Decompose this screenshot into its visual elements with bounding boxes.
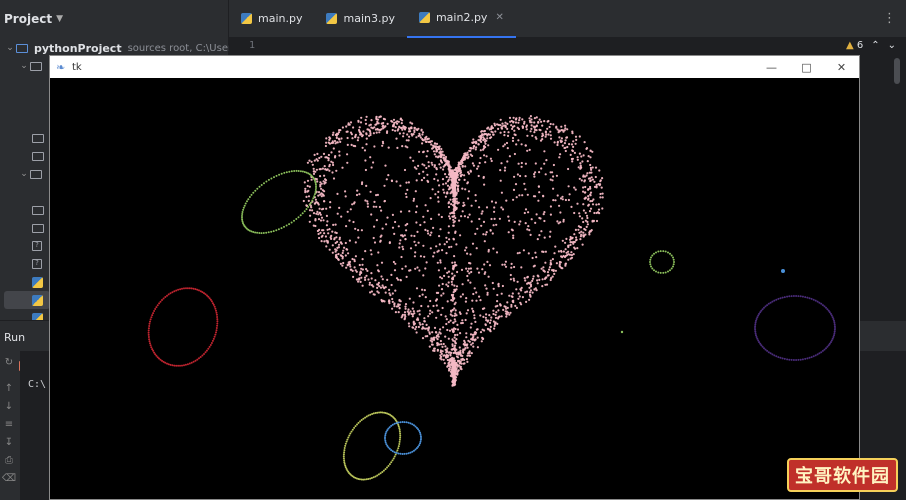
tk-canvas[interactable]	[50, 78, 859, 499]
chevron-down-icon[interactable]: ⌄	[888, 40, 896, 51]
folder-icon	[32, 151, 44, 161]
tree-item[interactable]: ⌄	[18, 165, 48, 183]
project-header-label: Project	[4, 12, 53, 26]
editor-tabs: main.py main3.py main2.py ✕ ⋮	[229, 0, 906, 38]
heart-animation	[147, 115, 836, 481]
window-controls: — □ ✕	[754, 61, 859, 74]
maximize-icon[interactable]: □	[789, 61, 824, 74]
unknown-file-icon: ?	[32, 259, 42, 269]
more-options-icon[interactable]: ⋮	[883, 11, 896, 26]
folder-icon	[16, 43, 28, 53]
run-toolbar: ↻ ↑ ↓ ≡ ↧ ⎙ ⌫	[0, 357, 18, 491]
warning-icon: ▲	[845, 40, 854, 51]
tk-titlebar[interactable]: ❧ tk — □ ✕	[50, 56, 859, 78]
arrow-down-icon[interactable]: ↓	[0, 401, 18, 419]
tab-label: main2.py	[435, 11, 488, 24]
folder-icon	[30, 61, 42, 71]
soft-wrap-icon[interactable]: ≡	[0, 419, 18, 437]
python-file-icon	[418, 12, 430, 23]
minimize-icon[interactable]: —	[754, 61, 789, 74]
tab-label: main3.py	[343, 12, 395, 25]
feather-icon: ❧	[56, 61, 66, 74]
tree-item[interactable]: ?	[32, 255, 42, 273]
run-panel-title: Run	[4, 331, 26, 344]
folder-icon	[32, 133, 44, 143]
folder-icon	[32, 223, 44, 233]
tab-main2-py[interactable]: main2.py ✕	[406, 0, 516, 38]
tree-item[interactable]	[32, 129, 50, 147]
python-file-icon	[32, 276, 43, 288]
tab-main-py[interactable]: main.py	[229, 0, 314, 38]
chevron-down-icon: ▼	[56, 14, 63, 24]
trash-icon[interactable]: ⌫	[0, 473, 18, 491]
tree-item-selected[interactable]	[4, 291, 50, 309]
arrow-up-icon[interactable]: ↑	[0, 383, 18, 401]
chevron-down-icon[interactable]: ⌄	[4, 43, 16, 53]
tk-window-title: tk	[72, 61, 82, 73]
console-output: C:\	[28, 379, 47, 390]
close-icon[interactable]: ✕	[824, 61, 859, 74]
unknown-file-icon: ?	[32, 241, 42, 251]
folder-icon	[30, 169, 42, 179]
line-number: 1	[249, 40, 256, 51]
tab-main3-py[interactable]: main3.py	[314, 0, 406, 38]
ide-window: Project ▼ ⌄ pythonProject sources root, …	[0, 0, 906, 500]
folder-icon	[32, 205, 44, 215]
scroll-to-end-icon[interactable]: ↧	[0, 437, 18, 455]
tree-item[interactable]: ?	[32, 237, 42, 255]
tree-item[interactable]	[32, 219, 50, 237]
inspection-widget[interactable]: ▲ 6 ⌃ ⌄	[846, 40, 896, 51]
chevron-down-icon[interactable]: ⌄	[18, 61, 30, 71]
python-file-icon	[326, 13, 338, 24]
tree-item[interactable]	[32, 147, 50, 165]
rerun-icon[interactable]: ↻	[0, 357, 18, 375]
warning-count: 6	[856, 40, 864, 51]
python-file-icon	[32, 294, 43, 306]
project-header[interactable]: Project ▼	[0, 0, 228, 38]
editor-scrollbar[interactable]	[894, 58, 900, 84]
tab-label: main.py	[258, 12, 303, 25]
chevron-up-icon[interactable]: ⌃	[871, 40, 879, 51]
print-icon[interactable]: ⎙	[0, 455, 18, 473]
tk-window[interactable]: ❧ tk — □ ✕	[49, 55, 860, 500]
tree-item[interactable]	[32, 201, 50, 219]
tree-item[interactable]: ⌄	[18, 57, 48, 75]
tree-item[interactable]	[32, 273, 49, 291]
python-file-icon	[241, 13, 252, 24]
tree-root-label: pythonProject	[34, 41, 122, 55]
watermark-logo: 宝哥软件园	[787, 458, 898, 492]
close-icon[interactable]: ✕	[495, 12, 503, 23]
chevron-down-icon[interactable]: ⌄	[18, 169, 30, 179]
